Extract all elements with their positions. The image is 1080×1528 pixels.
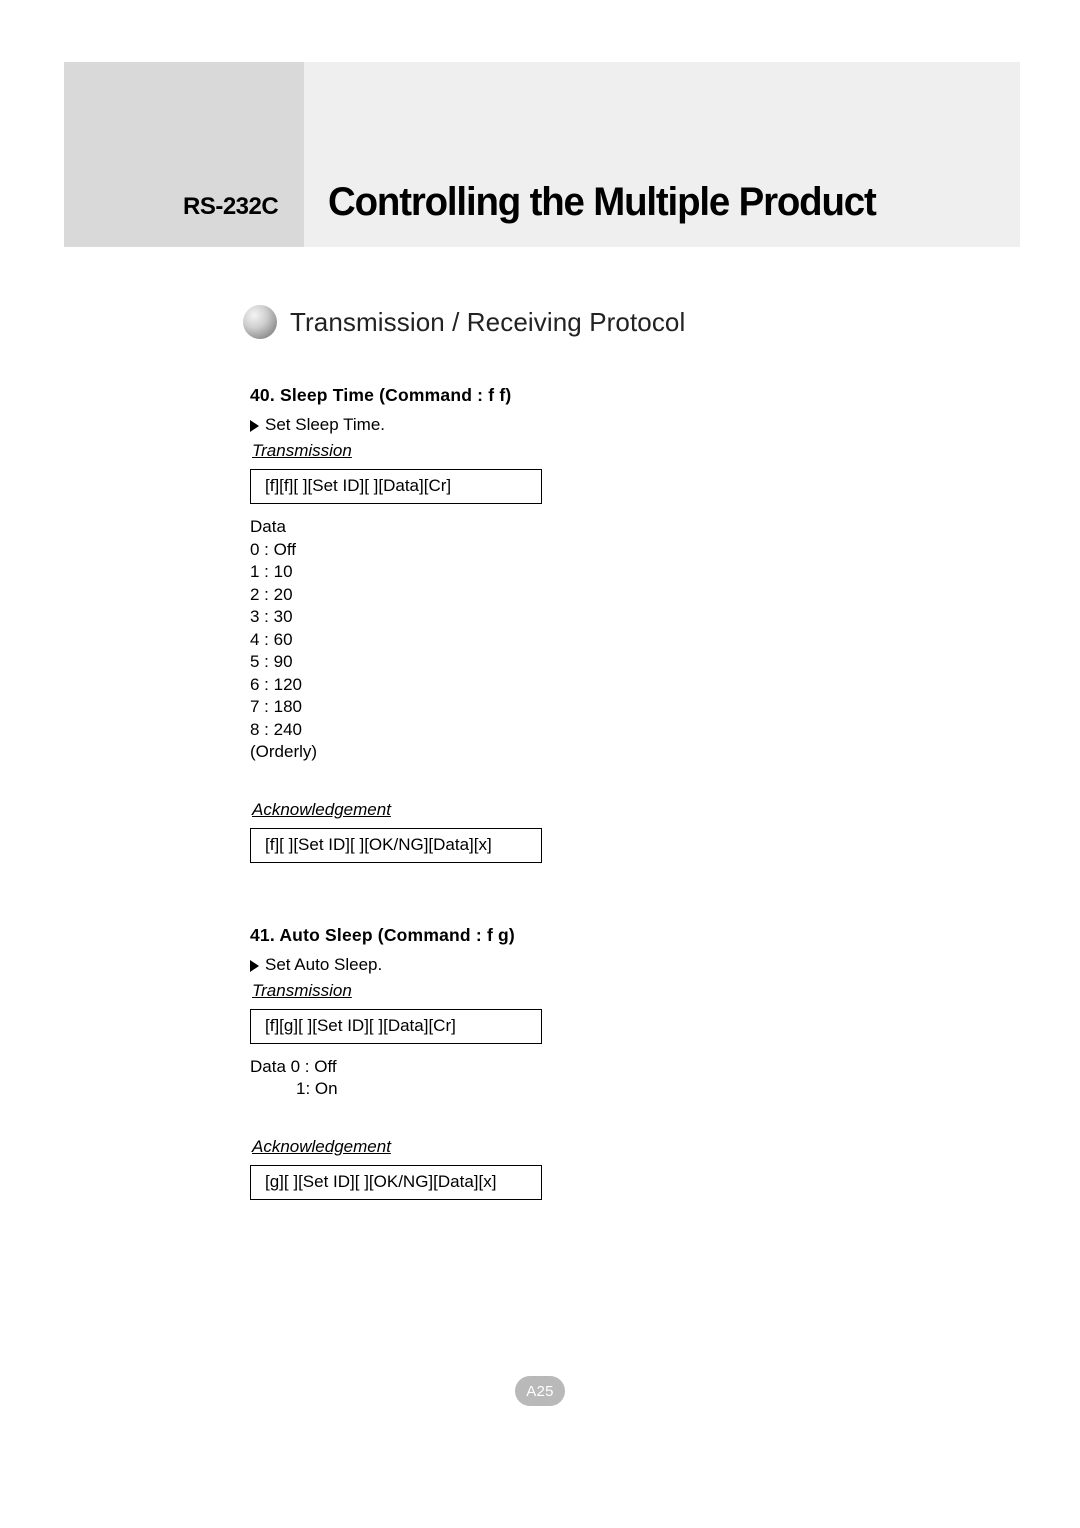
command-40-data-4: 4 : 60 bbox=[250, 629, 293, 649]
page-number-badge: A25 bbox=[515, 1376, 565, 1406]
command-40-data-label: Data bbox=[250, 517, 286, 536]
command-40-ack-code: [f][ ][Set ID][ ][OK/NG][Data][x] bbox=[250, 827, 542, 863]
page-title: Controlling the Multiple Product bbox=[328, 180, 877, 224]
command-40-subtitle-row: Set Sleep Time. bbox=[250, 415, 950, 435]
command-40-data-3: 3 : 30 bbox=[250, 607, 293, 626]
command-40-data-orderly: (Orderly) bbox=[250, 742, 318, 761]
command-41-data-0: Data 0 : Off bbox=[250, 1056, 337, 1076]
command-41-data-list: Data 0 : Off 1: On bbox=[250, 1056, 950, 1101]
command-40-data-0: 0 : Off bbox=[250, 539, 296, 559]
command-41-data-1: 1: On bbox=[296, 1079, 338, 1098]
command-40-data-2: 2 : 20 bbox=[250, 584, 293, 604]
command-40-data-1: 1 : 10 bbox=[250, 562, 293, 581]
command-40-transmission-code: [f][f][ ][Set ID][ ][Data][Cr] bbox=[250, 469, 542, 504]
command-40-ack-label: Acknowledgement bbox=[252, 799, 391, 819]
section-heading-label: Transmission / Receiving Protocol bbox=[290, 306, 686, 337]
command-41-subtitle: Set Auto Sleep. bbox=[265, 954, 383, 974]
command-40-data-5: 5 : 90 bbox=[250, 652, 293, 671]
command-40-title: 40. Sleep Time (Command : f f) bbox=[250, 385, 512, 405]
command-41-transmission-code: [f][g][ ][Set ID][ ][Data][Cr] bbox=[250, 1008, 542, 1044]
command-41-ack-code: [g][ ][Set ID][ ][OK/NG][Data][x] bbox=[250, 1164, 542, 1200]
command-40-data-7: 7 : 180 bbox=[250, 697, 302, 716]
triangle-bullet-icon bbox=[250, 959, 259, 972]
command-40-data-8: 8 : 240 bbox=[250, 719, 302, 739]
command-40-data-list: Data 0 : Off 1 : 10 2 : 20 3 : 30 4 : 60… bbox=[250, 516, 950, 764]
command-41-ack-label: Acknowledgement bbox=[252, 1136, 391, 1156]
command-40-subtitle: Set Sleep Time. bbox=[265, 415, 386, 434]
section-heading: Transmission / Receiving Protocol bbox=[243, 305, 685, 339]
bullet-sphere-icon bbox=[243, 305, 277, 339]
command-40-data-6: 6 : 120 bbox=[250, 674, 302, 694]
triangle-bullet-icon bbox=[250, 420, 259, 432]
command-40-transmission-label: Transmission bbox=[252, 441, 352, 460]
command-41-transmission-label: Transmission bbox=[252, 980, 352, 1000]
command-41-subtitle-row: Set Auto Sleep. bbox=[250, 955, 950, 975]
command-41-title: 41. Auto Sleep (Command : f g) bbox=[250, 924, 515, 945]
header-rs232c-label: RS-232C bbox=[183, 193, 279, 220]
content-column: 40. Sleep Time (Command : f f) Set Sleep… bbox=[250, 385, 950, 1208]
